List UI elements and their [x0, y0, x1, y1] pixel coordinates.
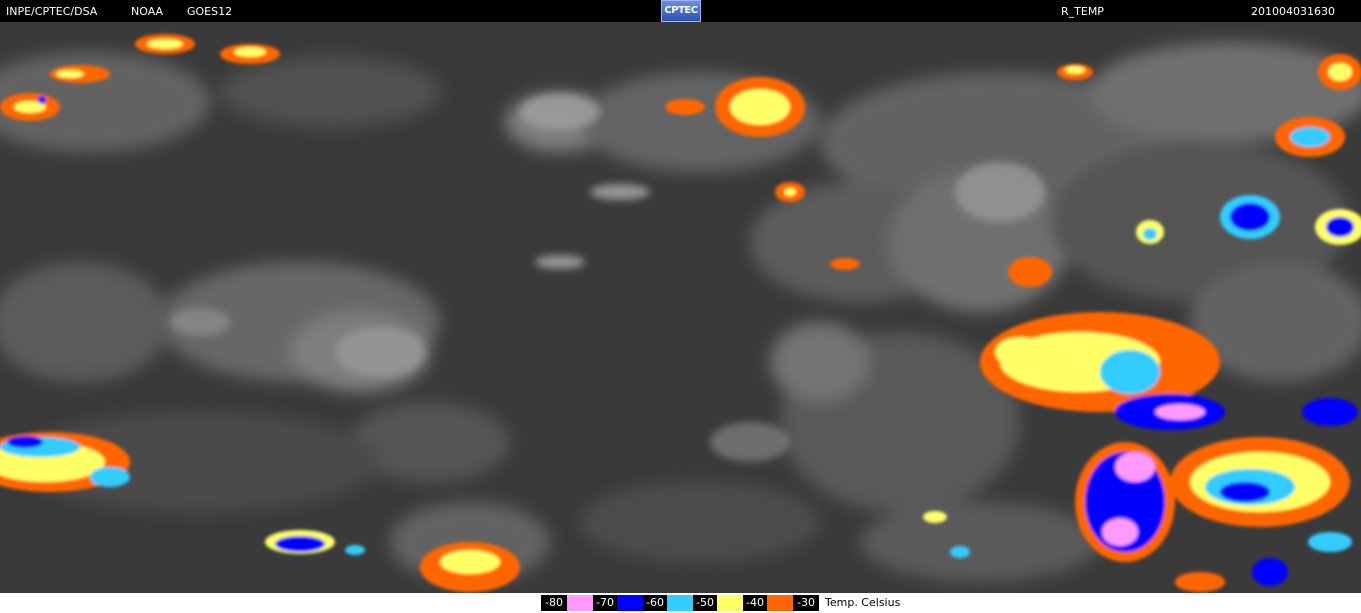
source-label: INPE/CPTEC/DSA [6, 5, 98, 18]
legend-label-60: -60 [643, 595, 667, 611]
satellite-image [0, 22, 1361, 593]
legend-label-30: -30 [793, 595, 819, 611]
satellite-label: GOES12 [187, 5, 233, 18]
cptec-logo: CPTEC [661, 0, 701, 22]
product-label: R_TEMP [1061, 5, 1104, 18]
legend-label-50: -50 [693, 595, 717, 611]
legend-swatch-30 [767, 595, 793, 611]
timestamp-label: 201004031630 [1251, 5, 1335, 18]
legend-unit: Temp. Celsius [825, 596, 901, 609]
legend-label-40: -40 [743, 595, 767, 611]
ir-temperature-map [0, 22, 1361, 593]
agency-label: NOAA [131, 5, 164, 18]
legend-swatch-70 [567, 595, 593, 611]
legend-swatch-40 [717, 595, 743, 611]
legend-label-70: -70 [593, 595, 617, 611]
legend-swatch-60 [617, 595, 643, 611]
header-bar: INPE/CPTEC/DSA NOAA GOES12 CPTEC R_TEMP … [0, 0, 1361, 22]
temperature-legend: -80 -70 -60 -50 -40 -30 Temp. Celsius [0, 593, 1361, 613]
legend-label-80: -80 [541, 595, 567, 611]
legend-swatch-50 [667, 595, 693, 611]
